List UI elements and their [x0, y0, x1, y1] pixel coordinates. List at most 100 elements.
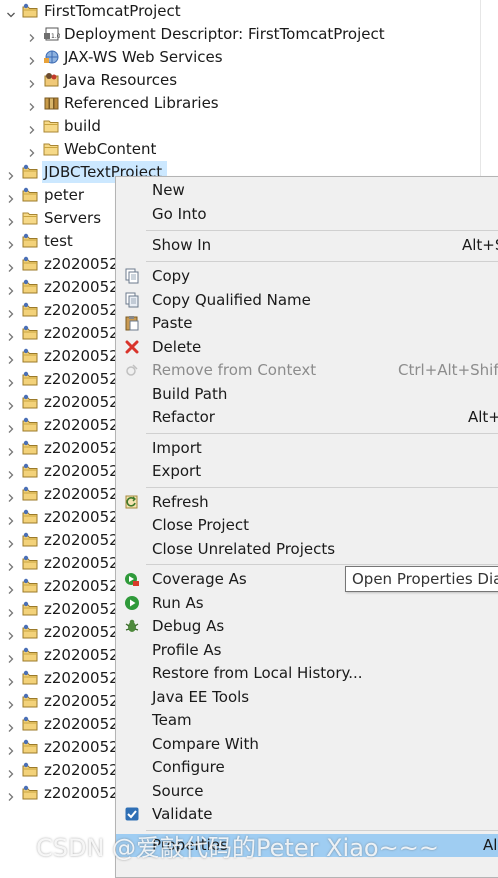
- tree-row-2[interactable]: 1.0 Deployment Descriptor: FirstTomcatPro…: [0, 23, 498, 46]
- tree-row-3[interactable]: JAX-WS Web Services: [0, 46, 498, 69]
- tree-row-label: Referenced Libraries: [64, 94, 219, 112]
- menu-separator: [146, 829, 498, 831]
- chevron-right-icon[interactable]: [6, 305, 16, 318]
- menu-item-export[interactable]: Export: [116, 460, 498, 483]
- chevron-right-icon[interactable]: [6, 259, 16, 272]
- menu-item-shortcut: Alt+: [468, 408, 498, 426]
- tooltip-text: Open Properties Dia: [352, 570, 498, 588]
- chevron-right-icon[interactable]: [6, 581, 16, 594]
- menu-item-configure[interactable]: Configure: [116, 756, 498, 779]
- menu-item-show-in[interactable]: Show In Alt+S: [116, 234, 498, 257]
- chevron-right-icon[interactable]: [6, 558, 16, 571]
- menu-separator: [146, 486, 498, 488]
- menu-item-team[interactable]: Team: [116, 709, 498, 732]
- chevron-right-icon[interactable]: [6, 167, 16, 180]
- chevron-right-icon[interactable]: [6, 627, 16, 640]
- project-icon: [22, 302, 39, 318]
- chevron-right-icon[interactable]: [6, 765, 16, 778]
- menu-item-refresh[interactable]: Refresh: [116, 491, 498, 514]
- menu-item-remove-from-context: Remove from Context Ctrl+Alt+Shift: [116, 359, 498, 382]
- menu-item-refactor[interactable]: Refactor Alt+: [116, 406, 498, 429]
- menu-item-delete[interactable]: Delete: [116, 336, 498, 359]
- menu-item-label: Copy Qualified Name: [152, 290, 311, 309]
- chevron-right-icon[interactable]: [6, 719, 16, 732]
- menu-item-label: Copy: [152, 267, 191, 285]
- tree-row-label: z2020052: [44, 324, 119, 342]
- project-icon: [22, 762, 39, 778]
- chevron-right-icon[interactable]: [27, 144, 37, 157]
- chevron-right-icon[interactable]: [6, 397, 16, 410]
- chevron-right-icon[interactable]: [6, 282, 16, 295]
- chevron-right-icon[interactable]: [27, 98, 37, 111]
- menu-item-shortcut: Al: [483, 835, 498, 854]
- chevron-right-icon[interactable]: [27, 29, 37, 42]
- chevron-right-icon[interactable]: [6, 512, 16, 525]
- menu-item-java-ee-tools[interactable]: Java EE Tools: [116, 686, 498, 709]
- tree-row-label: test: [44, 232, 73, 250]
- tree-row-6[interactable]: build: [0, 115, 498, 138]
- tree-row-1[interactable]: FirstTomcatProject: [0, 0, 498, 23]
- project-icon: [22, 739, 39, 755]
- project-icon: [22, 394, 39, 410]
- chevron-right-icon[interactable]: [6, 788, 16, 801]
- chevron-right-icon[interactable]: [27, 121, 37, 134]
- chevron-right-icon[interactable]: [6, 489, 16, 502]
- menu-item-label: Compare With: [152, 734, 259, 753]
- chevron-right-icon[interactable]: [6, 374, 16, 387]
- menu-item-copy-qualified-name[interactable]: Copy Qualified Name: [116, 289, 498, 312]
- tree-row-label: z2020052: [44, 255, 119, 273]
- menu-item-run-as[interactable]: Run As: [116, 592, 498, 615]
- menu-item-label: Java EE Tools: [152, 687, 250, 706]
- tree-row-label: z2020052: [44, 692, 119, 710]
- tree-row-label: z2020052: [44, 646, 119, 664]
- menu-item-compare-with[interactable]: Compare With: [116, 733, 498, 756]
- web-services-icon: [43, 49, 60, 65]
- chevron-right-icon[interactable]: [27, 52, 37, 65]
- menu-item-label: Team: [152, 711, 192, 729]
- menu-item-debug-as[interactable]: Debug As: [116, 615, 498, 638]
- chevron-right-icon[interactable]: [6, 420, 16, 433]
- menu-item-properties[interactable]: Properties Al: [116, 833, 498, 857]
- checkmark-icon: [124, 806, 140, 822]
- chevron-right-icon[interactable]: [6, 604, 16, 617]
- coverage-icon: [124, 571, 140, 587]
- chevron-right-icon[interactable]: [27, 75, 37, 88]
- chevron-right-icon[interactable]: [6, 535, 16, 548]
- tree-row-label: z2020052: [44, 278, 119, 296]
- tree-row-4[interactable]: Java Resources: [0, 69, 498, 92]
- menu-item-paste[interactable]: Paste: [116, 312, 498, 335]
- chevron-right-icon[interactable]: [6, 696, 16, 709]
- menu-item-shortcut: Alt+S: [462, 236, 498, 254]
- run-icon: [124, 595, 140, 611]
- chevron-right-icon[interactable]: [6, 236, 16, 249]
- chevron-right-icon[interactable]: [6, 742, 16, 755]
- menu-item-copy[interactable]: Copy: [116, 265, 498, 288]
- chevron-down-icon[interactable]: [6, 6, 16, 18]
- tree-row-7[interactable]: WebContent: [0, 138, 498, 161]
- chevron-right-icon[interactable]: [6, 351, 16, 364]
- chevron-right-icon[interactable]: [6, 328, 16, 341]
- copy-icon: [124, 268, 140, 284]
- project-icon: [22, 624, 39, 640]
- menu-item-close-unrelated-projects[interactable]: Close Unrelated Projects: [116, 538, 498, 561]
- chevron-right-icon[interactable]: [6, 443, 16, 456]
- chevron-right-icon[interactable]: [6, 213, 16, 226]
- menu-item-label: Configure: [152, 758, 225, 776]
- menu-item-source[interactable]: Source: [116, 780, 498, 803]
- menu-item-restore-from-local-history[interactable]: Restore from Local History...: [116, 662, 498, 685]
- menu-item-label: Paste: [152, 314, 193, 332]
- chevron-right-icon[interactable]: [6, 650, 16, 663]
- debug-icon: [124, 618, 140, 634]
- menu-item-new[interactable]: New: [116, 179, 498, 202]
- tree-row-5[interactable]: Referenced Libraries: [0, 92, 498, 115]
- chevron-right-icon[interactable]: [6, 190, 16, 203]
- chevron-right-icon[interactable]: [6, 466, 16, 479]
- menu-item-close-project[interactable]: Close Project: [116, 514, 498, 537]
- menu-item-profile-as[interactable]: Profile As: [116, 639, 498, 662]
- menu-item-go-into[interactable]: Go Into: [116, 203, 498, 226]
- menu-item-import[interactable]: Import: [116, 437, 498, 460]
- chevron-right-icon[interactable]: [6, 673, 16, 686]
- menu-item-label: Source: [152, 781, 204, 800]
- menu-item-build-path[interactable]: Build Path: [116, 383, 498, 406]
- menu-item-validate[interactable]: Validate: [116, 803, 498, 826]
